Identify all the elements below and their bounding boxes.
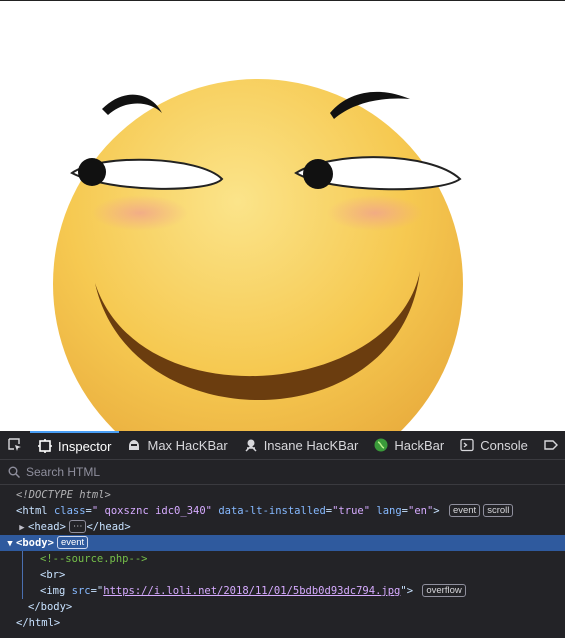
- markup-tree: <!DOCTYPE html> <html class=" qoxsznc id…: [0, 485, 565, 631]
- tab-console[interactable]: Console: [452, 431, 536, 459]
- html-close-bracket: >: [433, 505, 440, 517]
- search-input[interactable]: Search HTML: [26, 465, 100, 479]
- tree-row-html[interactable]: <html class=" qoxsznc idc0_340" data-lt-…: [0, 503, 565, 519]
- tree-row-br[interactable]: <br>: [0, 567, 565, 583]
- event-badge[interactable]: event: [448, 504, 481, 517]
- search-html-bar[interactable]: Search HTML: [0, 460, 565, 485]
- hackbar-icon: [374, 438, 388, 452]
- tab-hackbar-label: HackBar: [394, 437, 445, 453]
- page-viewport: [0, 0, 565, 431]
- element-picker-button[interactable]: [0, 431, 30, 459]
- tree-row-body[interactable]: ▼ <body> event: [0, 535, 565, 551]
- html-lt-value: "true": [332, 505, 371, 517]
- scroll-badge[interactable]: scroll: [483, 504, 514, 517]
- tab-insane-hackbar[interactable]: Insane HacKBar: [236, 431, 367, 459]
- debugger-icon: [544, 440, 558, 450]
- img-src-link[interactable]: https://i.loli.net/2018/11/01/5bdb0d93dc…: [103, 585, 400, 597]
- doctype-node: <!DOCTYPE html>: [16, 489, 111, 501]
- tree-row-html-close[interactable]: </html>: [0, 615, 565, 631]
- tab-console-label: Console: [480, 437, 528, 453]
- console-icon: [460, 438, 474, 452]
- body-close-tag: </body>: [28, 601, 73, 613]
- head-open-tag: <head>: [28, 521, 66, 533]
- collapse-body-icon[interactable]: ▼: [4, 536, 16, 552]
- html-close-tag: </html>: [16, 617, 61, 629]
- devtools-panel: Inspector Max HacKBar Insane HacKBar Hac…: [0, 431, 565, 638]
- tree-row-doctype[interactable]: <!DOCTYPE html>: [0, 487, 565, 503]
- devtools-toolbar: Inspector Max HacKBar Insane HacKBar Hac…: [0, 431, 565, 460]
- tab-hackbar[interactable]: HackBar: [366, 431, 452, 459]
- inspector-icon: [38, 439, 52, 453]
- search-icon: [8, 466, 20, 478]
- tab-inspector-label: Inspector: [58, 438, 112, 454]
- element-picker-icon: [8, 438, 21, 451]
- tree-row-body-close[interactable]: </body>: [0, 599, 565, 615]
- tab-max-hackbar-label: Max HacKBar: [147, 437, 228, 453]
- hackbar-max-icon: [129, 440, 140, 450]
- html-open-tag: <html: [16, 505, 48, 517]
- comment-node: <!--source.php-->: [40, 553, 148, 565]
- html-lang-attr: lang: [376, 505, 402, 517]
- html-lang-value: "en": [408, 505, 434, 517]
- html-class-attr: class: [53, 505, 86, 517]
- tree-row-img[interactable]: <img src="https://i.loli.net/2018/11/01/…: [0, 583, 565, 599]
- smiley-face-image: [53, 79, 463, 431]
- img-src-quote-close: ">: [400, 585, 414, 597]
- tab-debugger[interactable]: [536, 431, 565, 459]
- html-class-value: " qoxsznc idc0_340": [91, 505, 212, 517]
- img-src-quote-open: =": [90, 585, 104, 597]
- tab-inspector[interactable]: Inspector: [30, 431, 120, 459]
- expand-head-icon[interactable]: ▶: [16, 520, 28, 536]
- head-close-tag: </head>: [86, 521, 131, 533]
- tab-insane-hackbar-label: Insane HacKBar: [263, 437, 359, 453]
- body-children: <!--source.php--> <br> <img src="https:/…: [0, 551, 565, 599]
- overflow-badge[interactable]: overflow: [422, 584, 466, 597]
- tree-row-head[interactable]: ▶ <head> ⋯ </head>: [0, 519, 565, 535]
- br-tag: <br>: [40, 569, 66, 581]
- tab-max-hackbar[interactable]: Max HacKBar: [119, 431, 235, 459]
- body-event-badge[interactable]: event: [56, 536, 89, 549]
- tree-row-comment[interactable]: <!--source.php-->: [0, 551, 565, 567]
- html-lt-attr: data-lt-installed: [218, 505, 326, 517]
- head-collapsed-badge[interactable]: ⋯: [68, 520, 87, 533]
- hackbar-insane-icon: [245, 439, 257, 452]
- body-open-tag: <body>: [16, 537, 54, 549]
- img-open-tag: <img: [40, 585, 66, 597]
- img-src-attr: src: [71, 585, 91, 597]
